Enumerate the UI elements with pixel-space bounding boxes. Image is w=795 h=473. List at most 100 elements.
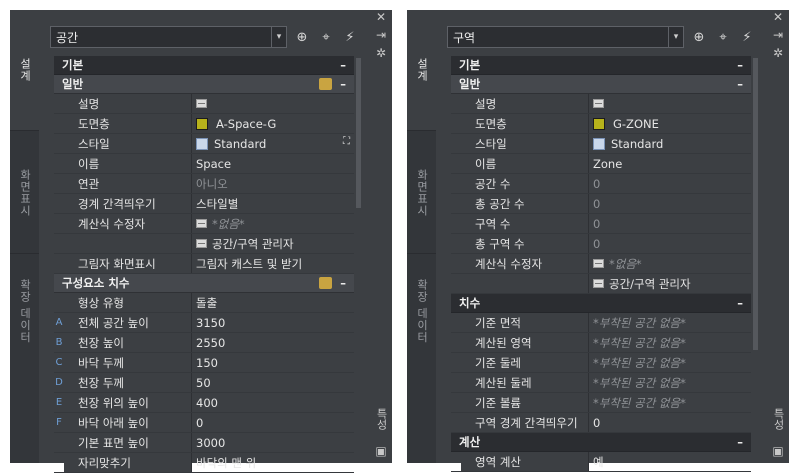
settings-icon[interactable]: ✲ (767, 46, 789, 60)
property-value[interactable] (589, 94, 751, 113)
property-row[interactable]: 구역 수 0 (451, 214, 751, 234)
property-row[interactable]: B 천장 높이 2550 (54, 333, 354, 353)
property-value[interactable]: *부착된 공간 없음* (589, 313, 751, 332)
property-row[interactable]: 도면층 G-ZONE (451, 114, 751, 134)
settings-icon[interactable]: ✲ (370, 46, 392, 60)
tab-extended-data[interactable]: 확장 데이터 (407, 253, 436, 369)
section-options-icon[interactable] (319, 277, 332, 289)
property-value[interactable]: *부착된 공간 없음* (589, 333, 751, 352)
property-value[interactable]: *부착된 공간 없음* (589, 373, 751, 392)
add-selection-icon[interactable]: ⊕ (293, 28, 311, 46)
property-row[interactable]: 스타일 Standard ⛶ (54, 134, 354, 154)
object-type-dropdown[interactable]: 공간 ▾ (50, 26, 287, 48)
close-icon[interactable]: ✕ (370, 10, 392, 24)
quick-select-icon[interactable]: ⚡ (341, 28, 359, 46)
property-value[interactable]: 0 (589, 194, 751, 213)
property-row[interactable]: 기준 둘레 *부착된 공간 없음* (451, 353, 751, 373)
collapse-icon[interactable]: – (737, 433, 743, 451)
property-row[interactable]: 계산식 수정자 *없음* (451, 254, 751, 274)
section-header[interactable]: 기본 – (451, 56, 751, 75)
property-value[interactable]: G-ZONE (589, 114, 751, 133)
tab-display[interactable]: 화면표시 (407, 130, 436, 254)
property-value[interactable]: 0 (589, 174, 751, 193)
property-row[interactable]: F 바닥 아래 높이 0 (54, 413, 354, 433)
property-row[interactable]: 총 공간 수 0 (451, 194, 751, 214)
section-header[interactable]: 일반 – (451, 75, 751, 94)
auto-hide-icon[interactable]: ⇥ (767, 28, 789, 42)
properties-icon[interactable]: ▣ (370, 444, 392, 458)
property-row[interactable]: 영역 계산 예 (451, 452, 751, 472)
property-row[interactable]: 공간 수 0 (451, 174, 751, 194)
property-value[interactable]: *없음* (589, 254, 751, 273)
property-row[interactable]: E 천장 위의 높이 400 (54, 393, 354, 413)
property-value[interactable]: 바닥의 맨 위 (192, 453, 354, 472)
property-value[interactable]: A-Space-G (192, 114, 354, 133)
property-row[interactable]: 기준 면적 *부착된 공간 없음* (451, 313, 751, 333)
property-row[interactable]: 스타일 Standard (451, 134, 751, 154)
property-value[interactable]: *없음* (192, 214, 354, 233)
section-header[interactable]: 일반 – (54, 75, 354, 94)
tab-design[interactable]: 설계 (407, 10, 436, 130)
property-row[interactable]: 계산식 수정자 *없음* (54, 214, 354, 234)
property-row[interactable]: 연관 아니오 (54, 174, 354, 194)
property-row[interactable]: 경계 간격띄우기 스타일별 (54, 194, 354, 214)
property-value[interactable]: Zone (589, 154, 751, 173)
property-value[interactable]: 0 (589, 214, 751, 233)
property-value[interactable]: 400 (192, 393, 354, 412)
property-row[interactable]: 구역 경계 간격띄우기 0 (451, 413, 751, 433)
property-row[interactable]: 자리맞추기 바닥의 맨 위 (54, 453, 354, 473)
collapse-icon[interactable]: – (340, 75, 346, 93)
property-row[interactable]: 기본 표면 높이 3000 (54, 433, 354, 453)
section-header[interactable]: 치수 – (451, 294, 751, 313)
property-row[interactable]: 계산된 둘레 *부착된 공간 없음* (451, 373, 751, 393)
pick-add-icon[interactable]: ⌖ (714, 28, 732, 46)
binoculars-icon[interactable]: ⛶ (343, 136, 350, 147)
properties-icon[interactable]: ▣ (767, 444, 789, 458)
property-value[interactable]: 공간/구역 관리자 (589, 274, 751, 293)
property-row[interactable]: 기준 볼륨 *부착된 공간 없음* (451, 393, 751, 413)
property-row[interactable]: D 천장 두께 50 (54, 373, 354, 393)
property-value[interactable]: 0 (589, 413, 751, 432)
property-value[interactable] (192, 94, 354, 113)
property-row[interactable]: 이름 Space (54, 154, 354, 174)
property-value[interactable]: Standard (192, 134, 354, 153)
property-row[interactable]: 설명 (451, 94, 751, 114)
property-value[interactable]: 3150 (192, 313, 354, 332)
property-value[interactable]: *부착된 공간 없음* (589, 393, 751, 412)
quick-select-icon[interactable]: ⚡ (738, 28, 756, 46)
collapse-icon[interactable]: – (737, 294, 743, 312)
auto-hide-icon[interactable]: ⇥ (370, 28, 392, 42)
property-row[interactable]: C 바닥 두께 150 (54, 353, 354, 373)
property-row[interactable]: 형상 유형 돌출 (54, 293, 354, 313)
property-row[interactable]: 도면층 A-Space-G (54, 114, 354, 134)
property-value[interactable]: 돌출 (192, 293, 354, 312)
property-value[interactable]: Space (192, 154, 354, 173)
scrollbar[interactable] (753, 58, 758, 350)
property-row[interactable]: A 전체 공간 높이 3150 (54, 313, 354, 333)
property-row[interactable]: 총 구역 수 0 (451, 234, 751, 254)
collapse-icon[interactable]: – (340, 274, 346, 292)
property-value[interactable]: *부착된 공간 없음* (589, 353, 751, 372)
tab-display[interactable]: 화면표시 (10, 130, 39, 254)
property-row[interactable]: 공간/구역 관리자 (451, 274, 751, 294)
property-value[interactable]: 3000 (192, 433, 354, 452)
property-value[interactable]: 아니오 (192, 174, 354, 193)
section-options-icon[interactable] (319, 78, 332, 90)
property-value[interactable]: 0 (589, 234, 751, 253)
chevron-down-icon[interactable]: ▾ (271, 27, 286, 47)
section-header[interactable]: 구성요소 치수 – (54, 274, 354, 293)
tab-design[interactable]: 설계 (10, 10, 39, 130)
add-selection-icon[interactable]: ⊕ (690, 28, 708, 46)
collapse-icon[interactable]: – (340, 56, 346, 74)
property-value[interactable]: 50 (192, 373, 354, 392)
property-row[interactable]: 이름 Zone (451, 154, 751, 174)
property-value[interactable]: Standard (589, 134, 751, 153)
chevron-down-icon[interactable]: ▾ (668, 27, 683, 47)
property-value[interactable]: 그림자 캐스트 및 받기 (192, 254, 354, 273)
property-row[interactable]: 공간/구역 관리자 (54, 234, 354, 254)
property-value[interactable]: 150 (192, 353, 354, 372)
property-row[interactable]: 설명 (54, 94, 354, 114)
section-header[interactable]: 기본 – (54, 56, 354, 75)
property-row[interactable]: 계산된 영역 *부착된 공간 없음* (451, 333, 751, 353)
property-value[interactable]: 스타일별 (192, 194, 354, 213)
